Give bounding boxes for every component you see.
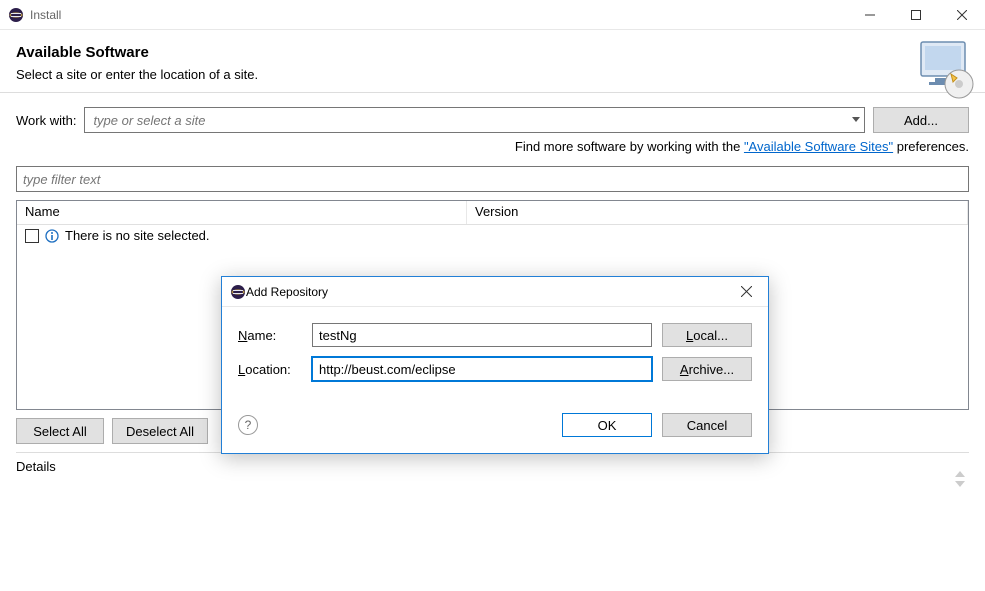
add-repository-dialog: Add Repository Name: Local... Location: … <box>221 276 769 454</box>
details-spinner[interactable] <box>955 471 965 487</box>
name-label: Name: <box>238 328 302 343</box>
dialog-titlebar: Add Repository <box>222 277 768 307</box>
details-label: Details <box>16 459 969 474</box>
location-label: Location: <box>238 362 302 377</box>
column-version[interactable]: Version <box>467 201 968 224</box>
install-hero-icon <box>913 36 979 102</box>
chevron-down-icon[interactable] <box>852 117 860 123</box>
select-all-button[interactable]: Select All <box>16 418 104 444</box>
empty-message: There is no site selected. <box>65 228 210 243</box>
name-input[interactable] <box>312 323 652 347</box>
dialog-title: Add Repository <box>246 285 328 299</box>
location-input[interactable] <box>312 357 652 381</box>
eclipse-icon <box>8 7 24 23</box>
header-panel: Available Software Select a site or ente… <box>0 30 985 93</box>
eclipse-icon <box>230 284 246 300</box>
table-row: There is no site selected. <box>17 225 968 246</box>
page-title: Available Software <box>16 44 969 61</box>
filter-input[interactable] <box>16 166 969 192</box>
workwith-row: Work with: Add... <box>0 93 985 133</box>
ok-button[interactable]: OK <box>562 413 652 437</box>
location-row: Location: Archive... <box>238 357 752 381</box>
help-icon[interactable]: ? <box>238 415 258 435</box>
page-subtitle: Select a site or enter the location of a… <box>16 67 969 82</box>
window-titlebar: Install <box>0 0 985 30</box>
workwith-input[interactable] <box>91 112 858 129</box>
workwith-combo[interactable] <box>84 107 865 133</box>
window-title: Install <box>30 8 61 22</box>
row-checkbox[interactable] <box>25 229 39 243</box>
cancel-button[interactable]: Cancel <box>662 413 752 437</box>
maximize-button[interactable] <box>893 0 939 30</box>
filter-row <box>0 166 985 192</box>
minimize-button[interactable] <box>847 0 893 30</box>
table-header: Name Version <box>17 201 968 225</box>
available-sites-link[interactable]: "Available Software Sites" <box>744 139 893 154</box>
helper-text: Find more software by working with the "… <box>0 133 985 166</box>
add-site-button[interactable]: Add... <box>873 107 969 133</box>
details-panel: Details <box>16 452 969 474</box>
dialog-close-button[interactable] <box>724 277 768 307</box>
window-controls <box>847 0 985 30</box>
name-row: Name: Local... <box>238 323 752 347</box>
column-name[interactable]: Name <box>17 201 467 224</box>
info-icon <box>45 229 59 243</box>
deselect-all-button[interactable]: Deselect All <box>112 418 208 444</box>
local-button[interactable]: Local... <box>662 323 752 347</box>
dialog-footer: ? OK Cancel <box>222 399 768 453</box>
archive-button[interactable]: Archive... <box>662 357 752 381</box>
close-button[interactable] <box>939 0 985 30</box>
workwith-label: Work with: <box>16 113 76 128</box>
